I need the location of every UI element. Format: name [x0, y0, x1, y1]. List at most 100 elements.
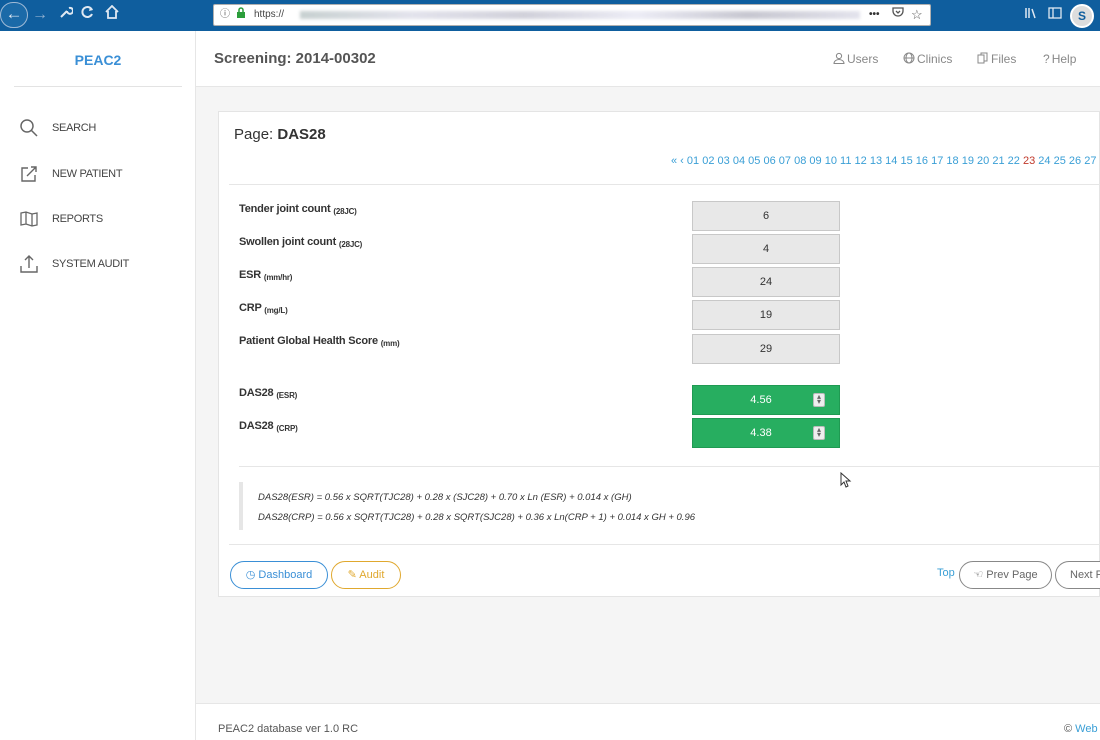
prev-page-button[interactable]: ☜ Prev Page — [959, 561, 1052, 589]
hand-left-icon: ☜ — [973, 569, 984, 581]
sidebar-item-label: REPORTS — [52, 213, 103, 225]
sidebar-item-new-patient[interactable]: NEW PATIENT — [18, 164, 188, 186]
top-link[interactable]: Top — [937, 567, 955, 579]
pager-page-link[interactable]: 26 — [1069, 155, 1081, 167]
divider — [239, 466, 1100, 467]
files-icon — [977, 52, 989, 66]
nav-clinics[interactable]: Clinics — [903, 52, 952, 66]
spinner-icon[interactable]: ▴ ▾ — [813, 393, 825, 407]
pager-pages-before: 01 02 03 04 05 06 07 08 09 10 11 12 13 1… — [687, 155, 1023, 167]
nav-users-label: Users — [847, 52, 879, 66]
tender-joint-field[interactable]: 6 — [692, 201, 840, 231]
forward-button[interactable]: → — [32, 4, 48, 26]
main-area: Screening: 2014-00302 Users Clinics File… — [196, 31, 1100, 740]
swollen-joint-label: Swollen joint count (28JC) — [239, 236, 363, 249]
pager-page-link[interactable]: 25 — [1054, 155, 1066, 167]
pager-page-link[interactable]: 09 — [809, 155, 821, 167]
pager-page-link[interactable]: 03 — [718, 155, 730, 167]
nav-files-label: Files — [991, 52, 1017, 66]
pager-page-link[interactable]: 15 — [900, 155, 912, 167]
das28-crp-result[interactable]: 4.38 ▴ ▾ — [692, 418, 840, 448]
pager-page-link[interactable]: 07 — [779, 155, 791, 167]
sidebar-item-system-audit[interactable]: SYSTEM AUDIT — [18, 254, 188, 276]
divider — [229, 184, 1100, 185]
pager-page-link[interactable]: 24 — [1038, 155, 1050, 167]
url-redacted — [300, 11, 860, 19]
pager-first-prev[interactable]: « ‹ — [671, 155, 684, 167]
pager-page-link[interactable]: 14 — [885, 155, 897, 167]
formula-crp: DAS28(CRP) = 0.56 x SQRT(TJC28) + 0.28 x… — [258, 512, 696, 523]
pager-page-link[interactable]: 13 — [870, 155, 882, 167]
page-name: DAS28 — [277, 126, 326, 143]
global-health-field[interactable]: 29 — [692, 334, 840, 364]
sidebar-toggle-icon[interactable] — [1048, 6, 1062, 23]
page-actions-icon[interactable]: ••• — [869, 5, 880, 25]
global-health-label: Patient Global Health Score (mm) — [239, 335, 400, 348]
nav-clinics-label: Clinics — [917, 52, 953, 66]
library-icon[interactable] — [1024, 6, 1038, 23]
nav-help[interactable]: ? Help — [1043, 52, 1076, 66]
browser-toolbar: ← → ⓘ https:// ••• ☆ S — [0, 0, 1100, 31]
address-bar[interactable]: ⓘ https:// ••• ☆ — [213, 4, 931, 26]
lock-icon — [236, 5, 246, 25]
next-page-button[interactable]: Next P — [1055, 561, 1100, 589]
pager-page-link[interactable]: 18 — [946, 155, 958, 167]
pager-page-link[interactable]: 01 — [687, 155, 699, 167]
pager-page-link[interactable]: 11 — [840, 155, 851, 167]
divider — [14, 86, 182, 87]
nav-help-label: Help — [1051, 52, 1077, 66]
app-logo[interactable]: PEAC2 — [0, 52, 196, 68]
pager-page-link[interactable]: 16 — [916, 155, 928, 167]
das28-card: Page: DAS28 « ‹ 01 02 03 04 05 06 07 08 … — [218, 111, 1100, 597]
tender-joint-label: Tender joint count (28JC) — [239, 203, 357, 216]
page-pager: « ‹ 01 02 03 04 05 06 07 08 09 10 11 12 … — [671, 155, 1096, 167]
bookmark-star-icon[interactable]: ☆ — [911, 5, 923, 25]
pager-page-link[interactable]: 21 — [992, 155, 1004, 167]
formula-block: DAS28(ESR) = 0.56 x SQRT(TJC28) + 0.28 x… — [239, 482, 1084, 530]
nav-users[interactable]: Users — [833, 52, 878, 66]
url-text: https:// — [254, 9, 285, 20]
crp-field[interactable]: 19 — [692, 300, 840, 330]
top-header: Screening: 2014-00302 Users Clinics File… — [196, 31, 1100, 87]
pager-current-page: 23 — [1022, 155, 1036, 167]
external-link-icon — [18, 164, 40, 186]
sidebar-item-search[interactable]: SEARCH — [18, 118, 188, 140]
card-title: Page: DAS28 — [234, 126, 326, 143]
web-link[interactable]: Web — [1075, 723, 1097, 735]
dashboard-button[interactable]: ◷ Dashboard — [230, 561, 328, 589]
pager-page-link[interactable]: 27 — [1084, 155, 1096, 167]
info-icon[interactable]: ⓘ — [220, 5, 230, 25]
reload-icon[interactable] — [80, 4, 96, 26]
pager-page-link[interactable]: 05 — [748, 155, 760, 167]
pager-page-link[interactable]: 06 — [763, 155, 775, 167]
das28-esr-result[interactable]: 4.56 ▴ ▾ — [692, 385, 840, 415]
esr-field[interactable]: 24 — [692, 267, 840, 297]
pocket-icon[interactable] — [892, 5, 904, 25]
audit-button[interactable]: ✎ Audit — [331, 561, 401, 589]
sidebar-item-label: SYSTEM AUDIT — [52, 258, 130, 270]
spinner-icon[interactable]: ▴ ▾ — [813, 426, 825, 440]
pencil-icon: ✎ — [347, 569, 357, 581]
back-button[interactable]: ← — [0, 2, 28, 28]
globe-icon — [903, 52, 915, 66]
pager-page-link[interactable]: 12 — [855, 155, 867, 167]
pager-page-link[interactable]: 17 — [931, 155, 943, 167]
esr-label: ESR (mm/hr) — [239, 269, 293, 282]
search-icon — [18, 118, 40, 140]
das28-esr-label: DAS28 (ESR) — [239, 387, 298, 400]
pager-page-link[interactable]: 22 — [1008, 155, 1020, 167]
pager-page-link[interactable]: 04 — [733, 155, 745, 167]
sidebar-item-reports[interactable]: REPORTS — [18, 209, 188, 231]
account-avatar[interactable]: S — [1070, 4, 1094, 28]
divider — [229, 544, 1100, 545]
swollen-joint-field[interactable]: 4 — [692, 234, 840, 264]
pager-page-link[interactable]: 02 — [702, 155, 714, 167]
pager-page-link[interactable]: 08 — [794, 155, 806, 167]
wrench-icon[interactable] — [58, 4, 74, 26]
home-icon[interactable] — [104, 4, 120, 26]
pager-page-link[interactable]: 10 — [825, 155, 837, 167]
nav-files[interactable]: Files — [977, 52, 1016, 66]
pager-page-link[interactable]: 20 — [977, 155, 989, 167]
formula-esr: DAS28(ESR) = 0.56 x SQRT(TJC28) + 0.28 x… — [258, 492, 632, 503]
pager-page-link[interactable]: 19 — [962, 155, 974, 167]
